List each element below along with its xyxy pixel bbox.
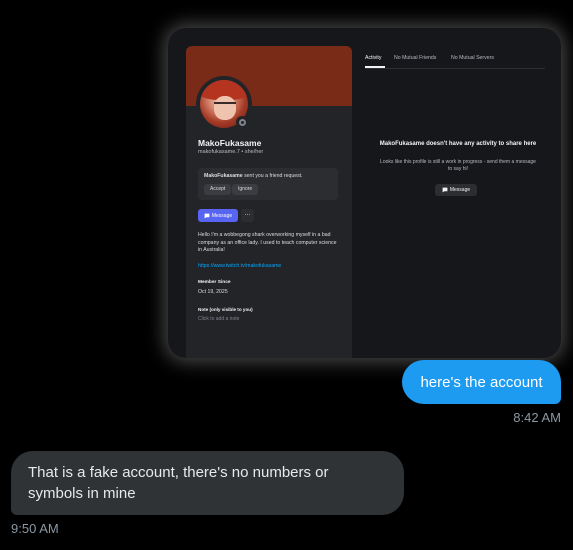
message-button[interactable]: Message — [198, 209, 238, 222]
bio-text: Hello I'm a wobbegong shark overworking … — [198, 232, 337, 253]
accept-button[interactable]: Accept — [204, 184, 232, 195]
offline-status-icon — [236, 116, 248, 128]
profile-screenshot: MakoFukasame makofukasame.7 • she/her Ma… — [168, 28, 561, 358]
tab-activity[interactable]: Activity — [365, 55, 381, 61]
outgoing-message-bubble[interactable]: here's the account — [402, 360, 561, 404]
tab-mutual-servers[interactable]: No Mutual Servers — [451, 55, 494, 61]
user-tag: makofukasame.7 • she/her — [198, 149, 264, 155]
activity-empty-subtitle: Looks like this profile is still a work … — [380, 159, 536, 172]
activity-empty-title: MakoFukasame doesn't have any activity t… — [379, 141, 537, 147]
ignore-button[interactable]: Ignore — [232, 184, 259, 195]
incoming-message-bubble[interactable]: That is a fake account, there's no numbe… — [11, 451, 404, 515]
incoming-message-time: 9:50 AM — [11, 521, 59, 536]
member-since-date: Oct 19, 2025 — [198, 289, 228, 295]
member-since-label: Member Since — [198, 280, 231, 285]
friend-request-box: MakoFukasame sent you a friend request. … — [198, 168, 338, 200]
twitch-link[interactable]: https://www.twitch.tv/makofukasame — [198, 263, 281, 269]
display-name: MakoFukasame — [198, 138, 262, 148]
friend-request-text: MakoFukasame sent you a friend request. — [204, 173, 303, 179]
chat-bubble-icon — [204, 213, 210, 218]
tab-divider — [365, 68, 545, 69]
more-options-button[interactable]: ... — [241, 209, 254, 222]
chat-bubble-icon — [442, 187, 448, 193]
tab-mutual-friends[interactable]: No Mutual Friends — [394, 55, 436, 61]
note-input[interactable]: Click to add a note — [198, 316, 239, 322]
activity-message-button[interactable]: Message — [435, 184, 477, 196]
outgoing-message-time: 8:42 AM — [513, 410, 561, 425]
note-label: Note (only visible to you) — [198, 307, 253, 312]
profile-card: MakoFukasame makofukasame.7 • she/her Ma… — [186, 46, 352, 358]
avatar-ring — [196, 76, 252, 132]
